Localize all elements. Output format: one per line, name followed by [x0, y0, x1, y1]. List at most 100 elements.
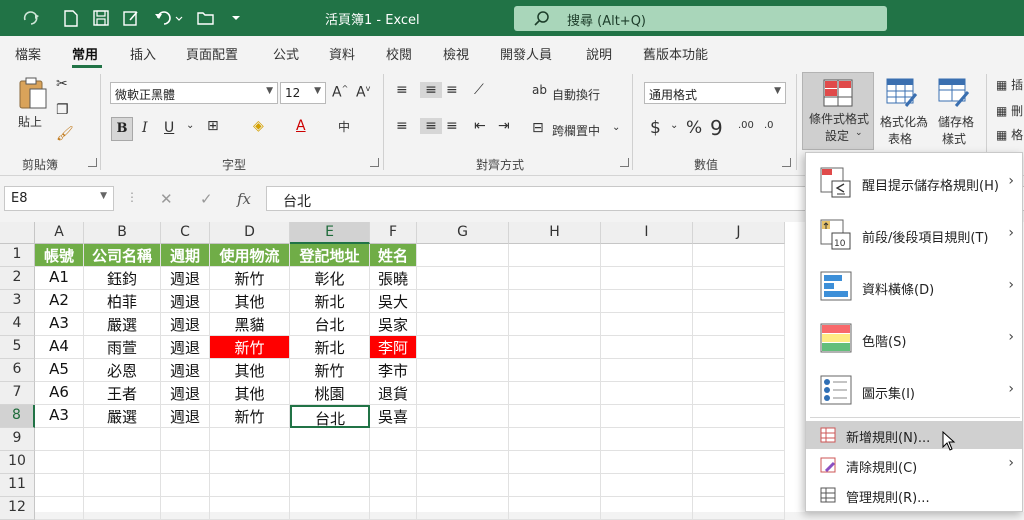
- table-cell[interactable]: 週退: [161, 405, 210, 428]
- table-cell[interactable]: [509, 313, 601, 336]
- enter-icon[interactable]: ✓: [200, 190, 213, 208]
- italic-button[interactable]: I: [142, 120, 148, 136]
- table-cell[interactable]: [601, 382, 693, 405]
- clipboard-launcher-icon[interactable]: [88, 158, 97, 167]
- table-cell[interactable]: [601, 313, 693, 336]
- menu-item-icon-sets[interactable]: 圖示集(I) ›: [806, 369, 1022, 413]
- menu-item-data-bars[interactable]: 資料橫條(D) ›: [806, 265, 1022, 309]
- table-cell[interactable]: [601, 336, 693, 359]
- table-cell[interactable]: [417, 497, 509, 520]
- table-cell[interactable]: [417, 474, 509, 497]
- tab-legacy-features[interactable]: 舊版本功能: [643, 44, 708, 63]
- table-cell[interactable]: 李市: [370, 359, 417, 382]
- menu-item-highlight-rules[interactable]: 醒目提示儲存格規則(H) ›: [806, 161, 1022, 205]
- table-cell[interactable]: [417, 405, 509, 428]
- save-icon[interactable]: [90, 7, 112, 29]
- row-header[interactable]: 6: [0, 359, 35, 382]
- header-cell[interactable]: 公司名稱: [84, 244, 161, 267]
- align-bottom-icon[interactable]: ≡: [446, 82, 458, 98]
- tab-page-layout[interactable]: 頁面配置: [186, 44, 238, 63]
- paste-button[interactable]: 貼上: [14, 74, 50, 134]
- chevron-down-icon[interactable]: ⌄: [670, 120, 678, 131]
- table-cell[interactable]: 彰化: [290, 267, 370, 290]
- table-cell[interactable]: [509, 359, 601, 382]
- tab-developer[interactable]: 開發人員: [500, 44, 552, 63]
- table-cell[interactable]: 其他: [210, 290, 290, 313]
- table-cell[interactable]: [693, 290, 785, 313]
- align-right-icon[interactable]: ≡: [446, 118, 458, 134]
- table-cell[interactable]: 週退: [161, 313, 210, 336]
- table-cell[interactable]: [210, 451, 290, 474]
- name-box[interactable]: E8 ▼: [4, 186, 114, 211]
- table-cell[interactable]: [509, 497, 601, 520]
- table-cell[interactable]: 必恩: [84, 359, 161, 382]
- header-cell[interactable]: 使用物流: [210, 244, 290, 267]
- table-cell[interactable]: [290, 451, 370, 474]
- table-cell[interactable]: 新竹: [210, 336, 290, 359]
- table-cell[interactable]: [601, 474, 693, 497]
- table-cell[interactable]: [161, 451, 210, 474]
- format-as-table-button[interactable]: 格式化為 表格: [876, 74, 932, 150]
- table-cell[interactable]: [417, 336, 509, 359]
- edit-icon[interactable]: [120, 7, 142, 29]
- table-cell[interactable]: 新竹: [290, 359, 370, 382]
- table-cell[interactable]: [509, 382, 601, 405]
- delete-cells-button[interactable]: ▦ 刪: [996, 102, 1023, 119]
- cut-icon[interactable]: ✂: [56, 76, 68, 92]
- row-header[interactable]: 2: [0, 267, 35, 290]
- table-cell[interactable]: 週退: [161, 267, 210, 290]
- column-header[interactable]: F: [370, 222, 417, 244]
- currency-icon[interactable]: $: [650, 118, 661, 138]
- undo-icon[interactable]: [152, 7, 186, 29]
- column-header[interactable]: E: [290, 222, 370, 244]
- table-cell[interactable]: 台北: [290, 313, 370, 336]
- table-cell[interactable]: 週退: [161, 336, 210, 359]
- merge-center-label[interactable]: 跨欄置中: [552, 122, 600, 139]
- font-name-combo[interactable]: 微軟正黑體 ▼: [110, 82, 278, 104]
- table-cell[interactable]: [161, 497, 210, 520]
- table-cell[interactable]: [693, 451, 785, 474]
- row-header[interactable]: 12: [0, 497, 35, 520]
- search-box[interactable]: 搜尋 (Alt+Q): [514, 6, 887, 31]
- row-header[interactable]: 5: [0, 336, 35, 359]
- table-cell[interactable]: [601, 428, 693, 451]
- table-cell[interactable]: [417, 313, 509, 336]
- table-cell[interactable]: A3: [35, 405, 84, 428]
- table-cell[interactable]: [417, 290, 509, 313]
- table-cell[interactable]: A2: [35, 290, 84, 313]
- table-cell[interactable]: [693, 336, 785, 359]
- table-cell[interactable]: 吳喜: [370, 405, 417, 428]
- decrease-indent-icon[interactable]: ⇤: [474, 118, 486, 134]
- percent-icon[interactable]: %: [686, 118, 702, 138]
- insert-cells-button[interactable]: ▦ 插: [996, 76, 1023, 93]
- table-cell[interactable]: [509, 267, 601, 290]
- table-cell[interactable]: 柏菲: [84, 290, 161, 313]
- align-left-icon[interactable]: ≡: [396, 118, 408, 134]
- phonetic-icon[interactable]: 中: [338, 118, 350, 135]
- table-cell[interactable]: [417, 359, 509, 382]
- orientation-icon[interactable]: ⟋: [474, 82, 484, 98]
- bold-button[interactable]: B: [111, 117, 133, 141]
- table-cell[interactable]: [210, 428, 290, 451]
- header-cell[interactable]: 姓名: [370, 244, 417, 267]
- table-cell[interactable]: [161, 428, 210, 451]
- tab-view[interactable]: 檢視: [443, 44, 469, 63]
- table-cell[interactable]: 王者: [84, 382, 161, 405]
- customize-toolbar-icon[interactable]: [228, 7, 244, 29]
- table-cell[interactable]: [601, 244, 693, 267]
- row-header[interactable]: 9: [0, 428, 35, 451]
- table-cell[interactable]: [417, 451, 509, 474]
- copy-icon[interactable]: ❐: [56, 102, 69, 118]
- table-cell[interactable]: [210, 497, 290, 520]
- column-header[interactable]: D: [210, 222, 290, 244]
- table-cell[interactable]: [693, 497, 785, 520]
- column-header[interactable]: H: [509, 222, 601, 244]
- table-cell[interactable]: [601, 290, 693, 313]
- table-cell[interactable]: [290, 428, 370, 451]
- table-cell[interactable]: [601, 267, 693, 290]
- table-cell[interactable]: 其他: [210, 359, 290, 382]
- table-cell[interactable]: 雨萱: [84, 336, 161, 359]
- table-cell[interactable]: [509, 336, 601, 359]
- table-cell[interactable]: 吳家: [370, 313, 417, 336]
- number-launcher-icon[interactable]: [782, 158, 791, 167]
